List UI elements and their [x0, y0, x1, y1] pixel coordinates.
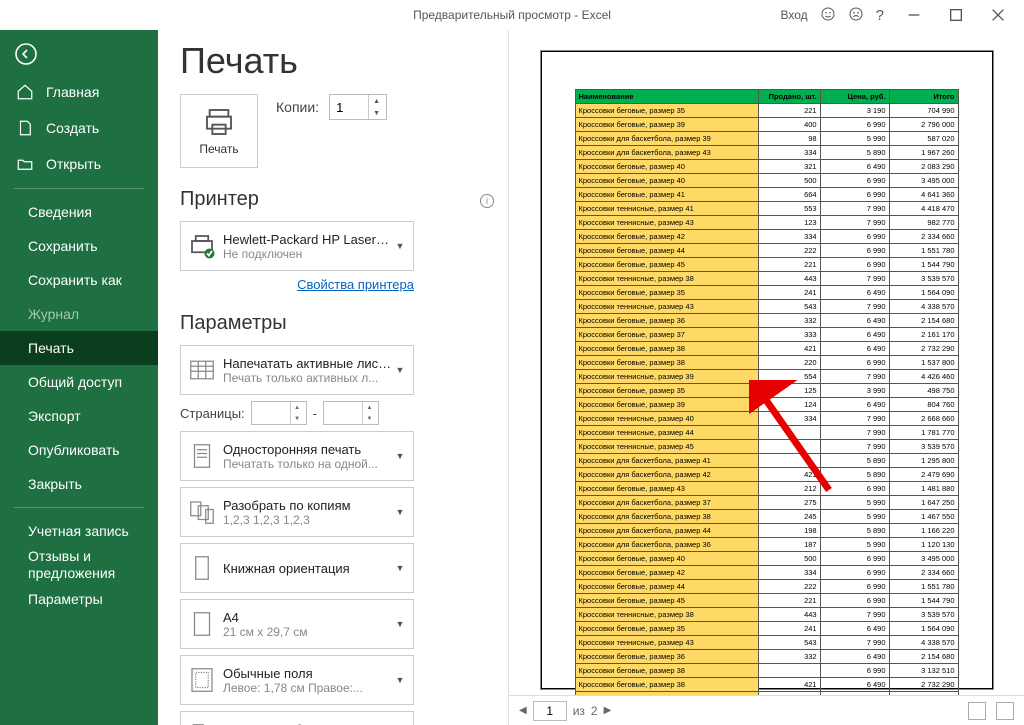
nav-history: Журнал — [0, 297, 158, 331]
print-what-combo[interactable]: Напечатать активные листыПечать только а… — [180, 345, 414, 395]
print-button-label: Печать — [199, 142, 238, 156]
paper-icon — [187, 609, 217, 639]
current-page-input[interactable] — [533, 701, 567, 721]
pager-total: 2 — [591, 704, 598, 718]
copies-up[interactable]: ▲ — [369, 95, 384, 107]
back-button[interactable] — [6, 34, 46, 74]
margins-combo[interactable]: Обычные поляЛевое: 1,78 см Правое:... ▼ — [180, 655, 414, 705]
copies-spinner[interactable]: ▲▼ — [329, 94, 387, 120]
titlebar: Предварительный просмотр - Excel Вход ? — [0, 0, 1024, 30]
scaling-combo[interactable]: 100 Без масштабированияПечать листов в ф… — [180, 711, 414, 725]
help-icon[interactable]: ? — [876, 7, 884, 24]
collate-icon — [187, 497, 217, 527]
window-title: Предварительный просмотр - Excel — [413, 8, 611, 22]
params-heading: Параметры — [180, 312, 494, 335]
nav-new-label: Создать — [46, 120, 99, 136]
nav-print[interactable]: Печать — [0, 331, 158, 365]
zoom-page-toggle[interactable] — [996, 702, 1014, 720]
next-page-button[interactable]: ▶ — [604, 705, 612, 716]
zoom-margins-toggle[interactable] — [968, 702, 986, 720]
nav-close[interactable]: Закрыть — [0, 467, 158, 501]
maximize-button[interactable] — [938, 3, 974, 27]
minimize-button[interactable] — [896, 3, 932, 27]
nav-publish[interactable]: Опубликовать — [0, 433, 158, 467]
pager: ◀ из 2 ▶ — [519, 701, 611, 721]
chevron-down-icon: ▼ — [393, 365, 407, 375]
nav-share[interactable]: Общий доступ — [0, 365, 158, 399]
nav-feedback[interactable]: Отзывы и предложения — [0, 548, 158, 582]
paper-size-combo[interactable]: A421 см x 29,7 см ▼ — [180, 599, 414, 649]
copies-label: Копии: — [276, 99, 319, 115]
pages-from[interactable]: ▲▼ — [251, 401, 307, 425]
nav-open[interactable]: Открыть — [0, 146, 158, 182]
chevron-down-icon: ▼ — [393, 675, 407, 685]
page-icon — [187, 441, 217, 471]
printer-name: Hewlett-Packard HP LaserJe... — [223, 232, 393, 247]
pages-to[interactable]: ▲▼ — [323, 401, 379, 425]
pages-label: Страницы: — [180, 406, 245, 421]
smile-icon[interactable] — [820, 6, 836, 25]
collate-combo[interactable]: Разобрать по копиям1,2,3 1,2,3 1,2,3 ▼ — [180, 487, 414, 537]
preview-page: НаименованиеПродано, шт.Цена, руб.Итого … — [540, 50, 994, 690]
printer-heading: Принтер i — [180, 188, 494, 211]
printer-status: Не подключен — [223, 247, 393, 261]
pager-of-label: из — [573, 704, 585, 718]
close-button[interactable] — [980, 3, 1016, 27]
chevron-down-icon: ▼ — [393, 451, 407, 461]
nav-account[interactable]: Учетная запись — [0, 514, 158, 548]
info-icon[interactable]: i — [480, 194, 494, 208]
orientation-combo[interactable]: Книжная ориентация ▼ — [180, 543, 414, 593]
nav-save[interactable]: Сохранить — [0, 229, 158, 263]
nav-home[interactable]: Главная — [0, 74, 158, 110]
login-link[interactable]: Вход — [781, 8, 808, 22]
copies-down[interactable]: ▼ — [369, 107, 384, 119]
sheets-icon — [187, 355, 217, 385]
chevron-down-icon: ▼ — [393, 241, 407, 251]
print-preview-panel: НаименованиеПродано, шт.Цена, руб.Итого … — [508, 30, 1024, 725]
chevron-down-icon: ▼ — [393, 507, 407, 517]
prev-page-button[interactable]: ◀ — [519, 705, 527, 716]
nav-save-as[interactable]: Сохранить как — [0, 263, 158, 297]
nav-info[interactable]: Сведения — [0, 195, 158, 229]
chevron-down-icon: ▼ — [393, 619, 407, 629]
margins-icon — [187, 665, 217, 695]
printer-icon — [187, 231, 217, 261]
nav-new[interactable]: Создать — [0, 110, 158, 146]
nav-home-label: Главная — [46, 84, 99, 100]
orientation-icon — [187, 553, 217, 583]
backstage-sidebar: Главная Создать Открыть Сведения Сохрани… — [0, 30, 158, 725]
sides-combo[interactable]: Односторонняя печатьПечатать только на о… — [180, 431, 414, 481]
chevron-down-icon: ▼ — [393, 563, 407, 573]
copies-input[interactable] — [330, 100, 368, 115]
preview-table: НаименованиеПродано, шт.Цена, руб.Итого … — [575, 89, 959, 695]
page-title: Печать — [180, 40, 494, 82]
nav-open-label: Открыть — [46, 156, 101, 172]
print-button[interactable]: Печать — [180, 94, 258, 168]
scaling-icon: 100 — [187, 721, 217, 725]
printer-combo[interactable]: Hewlett-Packard HP LaserJe...Не подключе… — [180, 221, 414, 271]
pages-range: Страницы: ▲▼ - ▲▼ — [180, 401, 494, 425]
nav-options[interactable]: Параметры — [0, 582, 158, 616]
printer-properties-link[interactable]: Свойства принтера — [180, 277, 414, 292]
preview-footer: ◀ из 2 ▶ — [509, 695, 1024, 725]
nav-export[interactable]: Экспорт — [0, 399, 158, 433]
print-settings-panel: Печать Печать Копии: ▲▼ Принтер i Hewlet… — [158, 30, 508, 725]
frown-icon[interactable] — [848, 6, 864, 25]
